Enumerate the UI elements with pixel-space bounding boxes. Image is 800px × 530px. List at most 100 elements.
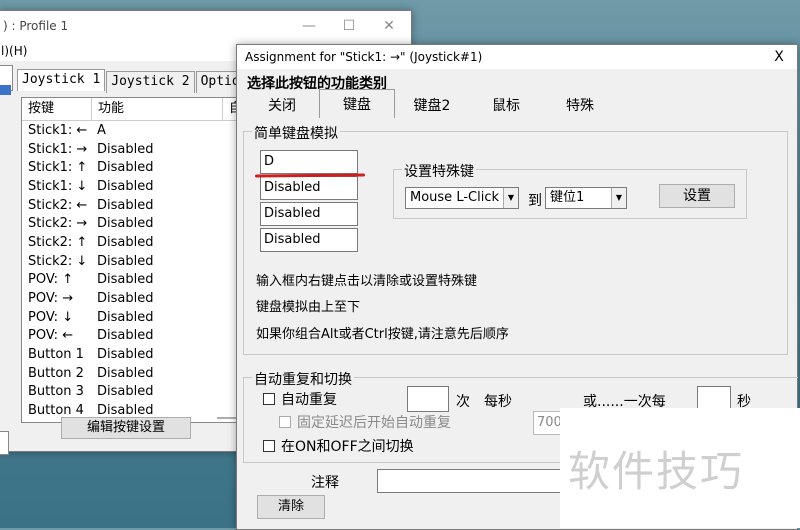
row-function: Disabled [97, 328, 154, 344]
left-list-selection [0, 85, 11, 95]
row-function: Disabled [97, 384, 154, 400]
checkbox-icon [279, 416, 291, 428]
close-icon[interactable]: ✕ [369, 11, 409, 41]
button-list: 按键 功能 自 Stick1: ←AStick1: →DisabledStick… [21, 97, 253, 423]
row-function: Disabled [97, 347, 154, 363]
row-function: Disabled [97, 197, 154, 213]
note-field[interactable] [377, 469, 577, 493]
per-second-label: 每秒 [484, 394, 512, 410]
row-key: Stick1: ← [28, 122, 88, 138]
table-row[interactable]: Stick1: ↓ Disabled [22, 177, 252, 196]
table-row[interactable]: Button 2 Disabled [22, 364, 252, 383]
table-row[interactable]: POV: ↓ Disabled [22, 308, 252, 327]
table-row[interactable]: Stick2: ↑ Disabled [22, 233, 252, 252]
table-row[interactable]: Stick2: ↓ Disabled [22, 252, 252, 271]
key-field-3[interactable]: Disabled [260, 202, 358, 226]
row-function: Disabled [97, 178, 154, 194]
repeat-label: 自动重复和切换 [252, 369, 354, 389]
row-key: Button 1 [28, 347, 84, 363]
category-tabs: 关闭 键盘 键盘2 鼠标 特殊 [245, 89, 617, 118]
to-label: 到 [528, 193, 542, 209]
simple-keyboard-label: 简单键盘模拟 [252, 123, 340, 143]
set-button[interactable]: 设置 [659, 184, 735, 208]
row-key: Button 4 [28, 403, 84, 419]
list-rows: Stick1: ← A Stick1: → Disabled Stick1: ↑ Disa… [22, 121, 252, 420]
row-function: Disabled [97, 253, 154, 269]
times-field[interactable] [407, 386, 449, 412]
clear-button[interactable]: 清除 [257, 495, 325, 519]
table-row[interactable]: Button 3 Disabled [22, 383, 252, 402]
row-key: POV: → [28, 291, 74, 307]
row-function: Disabled [97, 309, 154, 325]
row-key: Stick2: ↓ [28, 253, 88, 269]
profile-titlebar: ) : Profile 1 — ☐ ✕ [0, 11, 411, 41]
row-key: Button 2 [28, 365, 84, 381]
key-field-2[interactable]: Disabled [260, 176, 358, 200]
maximize-icon[interactable]: ☐ [329, 11, 369, 41]
dialog-title: Assignment for "Stick1: →" (Joystick#1) [245, 50, 483, 64]
checkbox-icon [263, 440, 275, 452]
table-row[interactable]: Stick1: → Disabled [22, 140, 252, 159]
toggle-checkbox[interactable]: 在ON和OFF之间切换 [263, 436, 414, 456]
edit-keys-button[interactable]: 编辑按键设置 [61, 417, 191, 439]
left-bottom-button[interactable] [0, 431, 9, 455]
hint-2: 键盘模拟由上至下 [256, 300, 361, 315]
special-key-select[interactable]: Mouse L-Click ▼ [405, 187, 519, 209]
row-function: A [97, 122, 106, 138]
slot-select[interactable]: 键位1 ▼ [545, 187, 627, 209]
row-function: Disabled [97, 365, 154, 381]
row-key: POV: ← [28, 328, 74, 344]
special-key-label: 设置特殊键 [402, 161, 476, 181]
tab-joystick-1[interactable]: Joystick 1 [17, 69, 106, 91]
tab-special[interactable]: 特殊 [543, 91, 617, 115]
table-row[interactable]: POV: → Disabled [22, 289, 252, 308]
chevron-down-icon: ▼ [611, 188, 626, 208]
row-key: Stick2: ← [28, 197, 88, 213]
row-key: Stick2: ↑ [28, 234, 88, 250]
hint-1: 输入框内右键点击以清除或设置特殊键 [256, 274, 478, 289]
table-row[interactable]: Button 1 Disabled [22, 345, 252, 364]
table-row[interactable]: Stick2: ← Disabled [22, 196, 252, 215]
tab-keyboard[interactable]: 键盘 [319, 89, 395, 118]
watermark: 软件技巧 [568, 447, 745, 496]
dialog-titlebar: Assignment for "Stick1: →" (Joystick#1) … [237, 45, 797, 69]
row-function: Disabled [97, 160, 154, 176]
column-key[interactable]: 按键 [22, 98, 92, 120]
row-key: Stick1: ↓ [28, 178, 88, 194]
fixed-delay-checkbox[interactable]: 固定延迟后开始自动重复 [279, 412, 451, 432]
tab-mouse[interactable]: 鼠标 [469, 91, 543, 115]
tab-joystick-2[interactable]: Joystick 2 [106, 71, 195, 93]
row-key: POV: ↓ [28, 309, 74, 325]
row-key: Stick1: ↑ [28, 160, 88, 176]
times-label: 次 [456, 394, 470, 410]
row-function: Disabled [97, 234, 154, 250]
chevron-down-icon: ▼ [503, 188, 518, 208]
minimize-icon[interactable]: — [289, 11, 329, 41]
row-key: Button 3 [28, 384, 84, 400]
tab-off[interactable]: 关闭 [245, 91, 319, 115]
hint-3: 如果你组合Alt或者Ctrl按键,请注意先后顺序 [256, 327, 509, 342]
tab-keyboard2[interactable]: 键盘2 [395, 91, 469, 115]
table-row[interactable]: POV: ↑ Disabled [22, 271, 252, 290]
row-function: Disabled [97, 216, 154, 232]
close-icon[interactable]: X [759, 45, 799, 69]
table-row[interactable]: Stick1: ← A [22, 121, 252, 140]
table-row[interactable]: POV: ← Disabled [22, 327, 252, 346]
key-field-4[interactable]: Disabled [260, 228, 358, 252]
delay-field[interactable]: 700 [533, 411, 563, 435]
table-row[interactable]: Stick2: → Disabled [22, 214, 252, 233]
row-function: Disabled [97, 403, 154, 419]
row-key: Stick2: → [28, 216, 88, 232]
row-function: Disabled [97, 272, 154, 288]
column-function[interactable]: 功能 [92, 98, 223, 120]
row-function: Disabled [97, 141, 154, 157]
profile-title: ) : Profile 1 [3, 19, 69, 33]
row-function: Disabled [97, 291, 154, 307]
row-key: POV: ↑ [28, 272, 74, 288]
key-field-1[interactable]: D [260, 150, 358, 174]
joystick-tabs: Joystick 1 Joystick 2 Options [17, 69, 261, 93]
list-header: 按键 功能 自 [22, 98, 252, 121]
table-row[interactable]: Stick1: ↑ Disabled [22, 158, 252, 177]
auto-repeat-checkbox[interactable]: 自动重复 [263, 389, 337, 409]
note-label: 注释 [311, 475, 339, 491]
